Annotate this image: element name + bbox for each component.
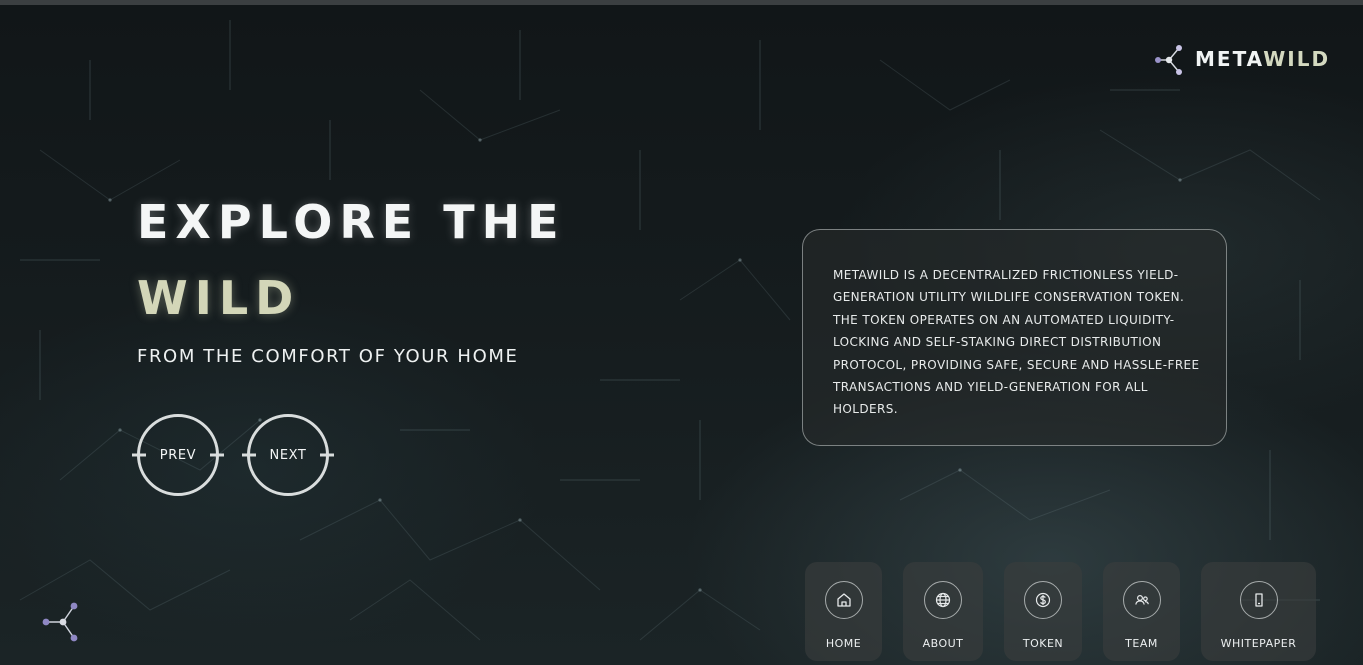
network-nodes-icon [1155,45,1182,75]
brand-logo[interactable]: METAWILD [1153,43,1330,75]
nav-team-label: TEAM [1125,637,1158,650]
corner-network-icon[interactable] [40,601,80,643]
hero-title-line1: EXPLORE THE [137,195,566,249]
nav-home-label: HOME [825,637,862,650]
dollar-coin-icon [1024,581,1062,619]
description-card: METAWILD IS A DECENTRALIZED FRICTIONLESS… [802,229,1227,446]
description-text: METAWILD IS A DECENTRALIZED FRICTIONLESS… [833,268,1200,417]
prev-button-label: PREV [159,447,197,463]
hero-subtitle: FROM THE COMFORT OF YOUR HOME [137,346,519,367]
globe-icon [924,581,962,619]
nav-about[interactable]: ABOUT [903,562,983,661]
next-button-label: NEXT [269,447,307,463]
users-icon [1122,581,1161,619]
nav-token[interactable]: TOKEN [1004,562,1082,661]
home-icon [824,581,863,619]
top-border [0,0,1363,5]
nav-home[interactable]: HOME [805,562,882,661]
brand-name: METAWILD [1195,47,1330,71]
nav-about-label: ABOUT [922,637,964,650]
nav-team[interactable]: TEAM [1103,562,1180,661]
brand-name-main: META [1195,47,1264,71]
prev-button[interactable]: PREV [137,414,219,496]
brand-name-accent: WILD [1263,47,1331,71]
nav-whitepaper[interactable]: WHITEPAPER [1201,562,1316,661]
next-button[interactable]: NEXT [247,414,329,496]
nav-whitepaper-label: WHITEPAPER [1220,637,1297,650]
document-icon [1239,581,1278,619]
nav-token-label: TOKEN [1022,637,1064,650]
hero-title-line2: WILD [137,271,301,325]
